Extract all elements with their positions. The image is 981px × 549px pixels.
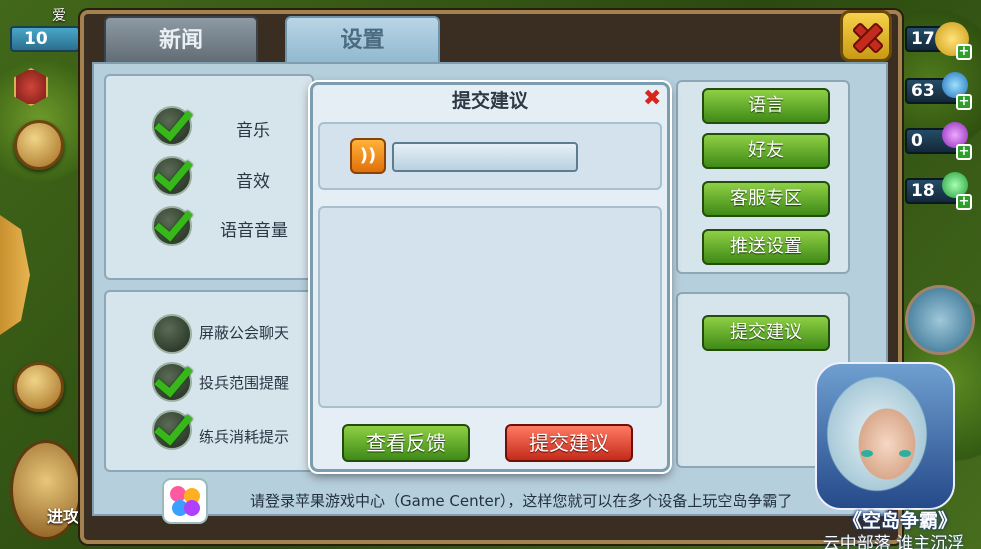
game-center-icon[interactable] (162, 478, 208, 524)
app-subtitle: 云中部落 谁主沉浮 (822, 534, 965, 549)
block-guild-chat-label: 屏蔽公会聊天 (199, 324, 290, 342)
customer-service-button[interactable]: 客服专区 (702, 181, 830, 217)
friends-button[interactable]: 好友 (702, 133, 830, 169)
add-purple-gem-icon[interactable]: + (956, 144, 972, 160)
sfx-checkbox[interactable] (152, 156, 192, 196)
add-gold-icon[interactable]: + (956, 44, 972, 60)
dialog-title: 提交建议 (451, 90, 528, 112)
deploy-range-checkbox[interactable] (152, 362, 192, 402)
sfx-label: 音效 (236, 172, 270, 192)
language-button[interactable]: 语言 (702, 88, 830, 124)
submit-suggest-button[interactable]: 提交建议 (505, 424, 633, 462)
suggest-textarea[interactable] (318, 206, 662, 408)
suggest-subject-input[interactable] (392, 142, 578, 172)
training-cost-checkbox[interactable] (152, 410, 192, 450)
push-settings-button[interactable]: 推送设置 (702, 229, 830, 265)
voice-volume-label: 语音音量 (220, 221, 288, 241)
sound-settings-box (104, 74, 314, 280)
dpad-icon[interactable] (905, 285, 975, 355)
attack-label: 进攻 (47, 507, 80, 526)
close-window-button[interactable] (840, 10, 892, 62)
attack-button[interactable]: 进攻 (10, 440, 82, 540)
tab-news[interactable]: 新闻 (104, 16, 258, 66)
game-center-message: 请登录苹果游戏中心（Game Center），这样您就可以在多个设备上玩空岛争霸… (250, 492, 793, 510)
deploy-range-label: 投兵范围提醒 (199, 374, 290, 392)
tab-settings[interactable]: 设置 (285, 16, 440, 66)
block-guild-chat-checkbox[interactable] (152, 314, 192, 354)
quest-scroll-icon[interactable] (14, 120, 64, 170)
map-icon[interactable] (14, 362, 64, 412)
add-blue-gem-icon[interactable]: + (956, 94, 972, 110)
voice-wave-icon[interactable]: )) (350, 138, 386, 174)
voice-volume-checkbox[interactable] (152, 206, 192, 246)
close-x-icon[interactable]: ✖ (643, 86, 661, 111)
app-icon-elf (815, 362, 955, 510)
music-checkbox[interactable] (152, 106, 192, 146)
open-suggest-button[interactable]: 提交建议 (702, 315, 830, 351)
view-feedback-button[interactable]: 查看反馈 (342, 424, 470, 462)
music-label: 音乐 (236, 121, 270, 141)
player-name: 爱 (52, 8, 66, 24)
elf-eye-icon (861, 450, 873, 457)
training-cost-label: 练兵消耗提示 (199, 428, 290, 446)
elf-eye-icon (899, 450, 911, 457)
player-level: 10 (10, 26, 80, 52)
add-green-gem-icon[interactable]: + (956, 194, 972, 210)
